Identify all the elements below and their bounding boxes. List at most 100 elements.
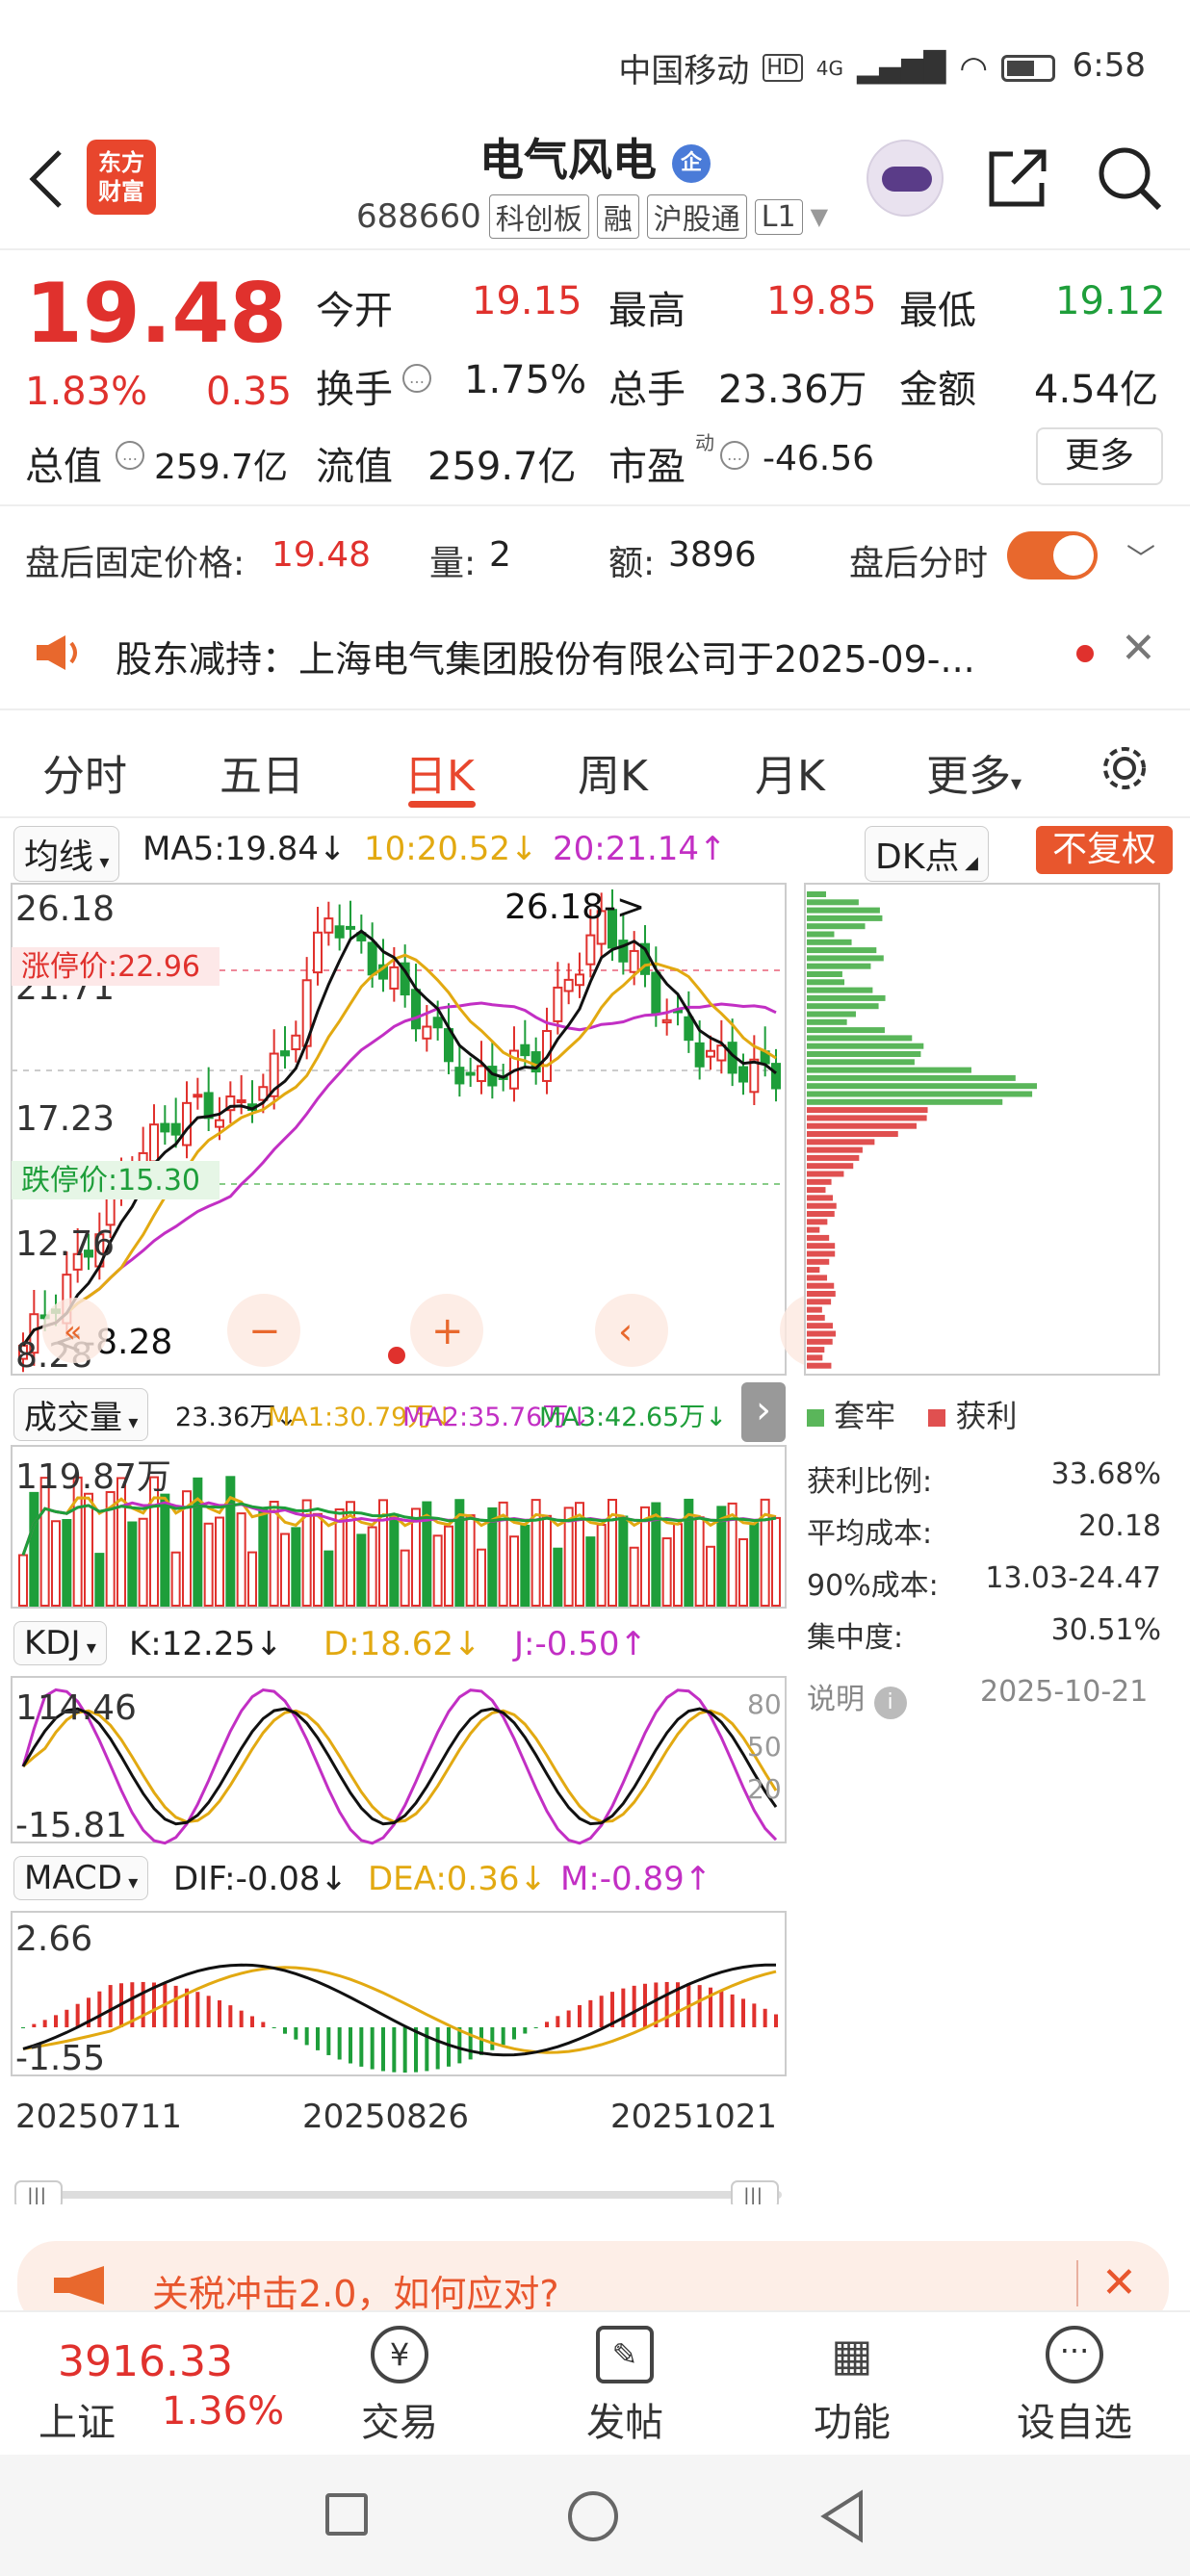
candle-body	[291, 1034, 301, 1051]
chip-bar	[807, 1122, 917, 1129]
notice-bar[interactable]: 股东减持：上海电气集团股份有限公司于2025-09-... ✕	[0, 597, 1190, 708]
change-abs: 0.35	[206, 370, 293, 414]
volume-bar	[160, 1493, 170, 1607]
macd-select[interactable]: MACD ▾	[13, 1856, 149, 1900]
expand-icon[interactable]: ﹀	[1126, 535, 1155, 578]
tab-monthly-k[interactable]: 月K	[755, 741, 825, 803]
chip-bar	[807, 1107, 928, 1114]
tab-daily-k[interactable]: 日K	[404, 741, 475, 803]
kdj-select-label: KDJ	[24, 1624, 81, 1662]
after-hours-toggle[interactable]	[1007, 531, 1098, 580]
ma-select-label: 均线	[24, 837, 94, 877]
candle-body	[193, 1094, 203, 1098]
search-icon	[1099, 147, 1162, 211]
svg-text:«: «	[64, 1313, 83, 1350]
candle-body	[236, 1099, 246, 1104]
dropdown-icon[interactable]: ▼	[811, 203, 828, 230]
limit-down-label: 跌停价:15.30	[21, 1164, 200, 1198]
expand-panel-button[interactable]: ›	[741, 1382, 786, 1442]
info-icon[interactable]: …	[402, 364, 431, 393]
macd-bar	[141, 1981, 145, 2027]
zoom-in-button[interactable]: +	[410, 1294, 483, 1367]
close-icon[interactable]: ✕	[1101, 2258, 1137, 2307]
nav-functions[interactable]: ▦ 功能	[799, 2326, 905, 2447]
stock-name: 电气风电	[479, 134, 657, 186]
candle-body	[738, 1066, 748, 1083]
macd-y-top: 2.66	[15, 1919, 92, 1959]
back-button[interactable]	[818, 2489, 867, 2543]
volume-bar	[39, 1477, 50, 1608]
page-dot	[388, 1347, 405, 1364]
more-button[interactable]: 更多	[1036, 427, 1163, 485]
macd-bar	[32, 2023, 37, 2027]
macd-bar	[468, 2027, 473, 2060]
tab-more-label: 更多	[926, 752, 1011, 801]
info-icon[interactable]: …	[720, 441, 749, 470]
note-label: 说明	[807, 1683, 865, 1716]
chip-bar	[807, 1115, 927, 1121]
chip-bar	[807, 931, 835, 938]
info-icon[interactable]: …	[116, 441, 144, 470]
settings-icon[interactable]	[1098, 741, 1151, 795]
volume-bar	[356, 1533, 367, 1607]
nav-post[interactable]: ✎ 发帖	[572, 2326, 678, 2447]
tab-weekly-k[interactable]: 周K	[578, 741, 648, 803]
search-button[interactable]	[1094, 142, 1165, 214]
notice-divider	[0, 708, 1190, 710]
candle-body	[160, 1122, 170, 1133]
volume-bar	[465, 1514, 476, 1608]
scroll-left-button[interactable]: «	[42, 1298, 108, 1363]
tab-5day[interactable]: 五日	[220, 741, 304, 803]
index-widget[interactable]: 3916.33 上证 1.36%	[39, 2333, 308, 2449]
nav-add-watchlist[interactable]: ··· 设自选	[1007, 2326, 1142, 2447]
close-icon[interactable]: ✕	[1121, 624, 1156, 673]
adjust-button[interactable]: 不复权	[1036, 826, 1173, 874]
candle-body	[182, 1101, 192, 1146]
macd-dif-value: DIF:-0.08↓	[173, 1860, 349, 1898]
volume-bar	[596, 1524, 607, 1607]
volume-select[interactable]: 成交量 ▾	[13, 1388, 149, 1441]
volume-value: 23.36万	[718, 368, 867, 412]
chip-bar	[807, 1338, 833, 1345]
grid-icon: ▦	[831, 2329, 873, 2381]
nav-post-label: 发帖	[586, 2401, 663, 2445]
macd-bar	[621, 1988, 626, 2027]
chip-bar	[807, 1362, 832, 1369]
ai-assistant-avatar[interactable]	[867, 140, 944, 217]
chip-legend: 套牢 获利	[807, 1392, 1018, 1436]
volume-bar	[509, 1535, 519, 1607]
step-left-button[interactable]: ‹	[595, 1294, 668, 1367]
chip-note[interactable]: 说明 i	[807, 1675, 907, 1719]
y-label-3: 17.23	[15, 1099, 115, 1139]
svg-text:|||: |||	[743, 2184, 763, 2204]
candle-body	[280, 1050, 290, 1057]
volume-bar	[553, 1547, 563, 1607]
tab-intraday[interactable]: 分时	[42, 741, 127, 803]
candle-body	[553, 986, 563, 1022]
tag-star-market: 科创板	[488, 194, 589, 239]
volume-bar	[280, 1533, 290, 1608]
peak-label: 26.18->	[504, 888, 645, 927]
volume-bar	[62, 1518, 72, 1607]
nav-trade-label: 交易	[361, 2401, 438, 2445]
chip-bar	[807, 1139, 875, 1146]
volume-bar	[749, 1522, 760, 1608]
recents-button[interactable]	[325, 2493, 368, 2536]
home-button[interactable]	[568, 2491, 618, 2541]
svg-text:+: +	[431, 1309, 464, 1353]
open-value: 19.15	[472, 279, 582, 323]
ma-select[interactable]: 均线 ▾	[13, 826, 120, 882]
kdj-select[interactable]: KDJ ▾	[13, 1621, 107, 1665]
macd-bar	[381, 2027, 385, 2072]
dk-point-button[interactable]: DK点 ◢	[865, 826, 989, 882]
zoom-out-button[interactable]: −	[227, 1294, 300, 1367]
macd-bar	[556, 2016, 560, 2027]
after-hours-price: 19.48	[272, 535, 372, 575]
float-label: 流值	[316, 445, 393, 489]
volume-bar	[367, 1526, 377, 1607]
nav-trade[interactable]: ¥ 交易	[347, 2326, 453, 2447]
chip-bar	[807, 1051, 921, 1057]
tab-more[interactable]: 更多▾	[926, 741, 1022, 803]
range-scrollbar[interactable]: ||| |||	[14, 2180, 782, 2204]
share-button[interactable]	[984, 144, 1051, 212]
